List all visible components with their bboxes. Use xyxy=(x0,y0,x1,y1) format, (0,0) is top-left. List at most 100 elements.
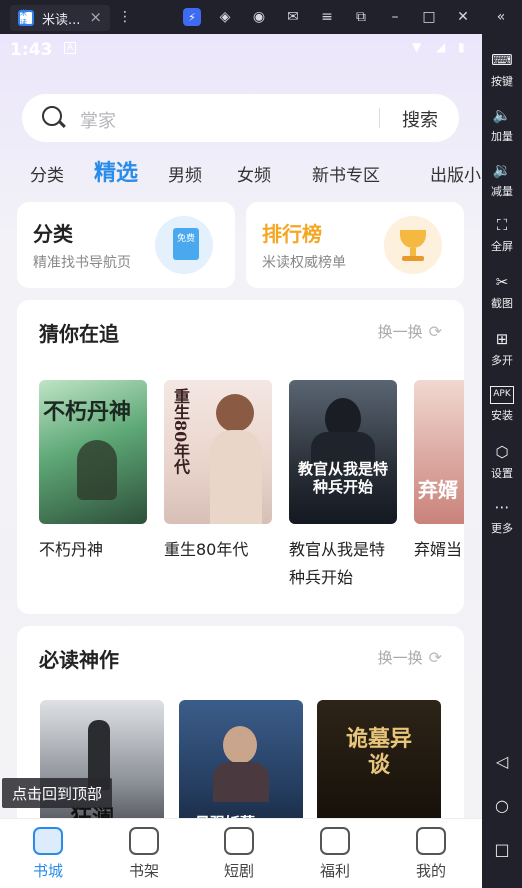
book-cover[interactable]: 教官从我是特种兵开始 xyxy=(289,380,397,524)
book-cover[interactable]: 弃婿 xyxy=(414,380,464,524)
phone-screen: 1:43 A ▼ ◢ ▮ 掌家 搜索 分类 精选 男频 女频 新书专区 出版小 … xyxy=(0,34,482,888)
book-cover[interactable]: 重生80年代 xyxy=(164,380,272,524)
close-window-icon[interactable]: ✕ xyxy=(454,8,472,26)
settings-icon: ⬡ xyxy=(495,443,509,461)
tab-featured[interactable]: 精选 xyxy=(94,155,138,187)
menu-icon[interactable]: ≡ xyxy=(318,8,336,26)
ranking-card-subtitle: 米读权威榜单 xyxy=(262,255,346,271)
account-icon[interactable]: ◉ xyxy=(250,8,268,26)
sidebar-item-more[interactable]: ⋯ 更多 xyxy=(482,497,522,536)
gift-icon xyxy=(320,827,350,855)
fullscreen-icon: ⛶ xyxy=(496,216,508,234)
nav-bookstore[interactable]: 书城 xyxy=(18,827,78,881)
sidebar-item-label: 加量 xyxy=(491,130,513,143)
emulator-sidebar: ⌨ 按键 🔈 加量 🔉 减量 ⛶ 全屏 ✂ 截图 ⊞ 多开 APK 安装 ⬡ 设置 ⋯ 更多 ◁ … xyxy=(482,34,522,888)
home-icon[interactable]: ○ xyxy=(482,796,522,815)
tab-category[interactable]: 分类 xyxy=(30,161,64,186)
search-bar[interactable]: 掌家 搜索 xyxy=(22,94,459,142)
cover-text: 教官从我是特种兵开始 xyxy=(297,460,388,496)
sidebar-item-label: 多开 xyxy=(491,354,513,367)
restore-icon[interactable]: ⧉ xyxy=(352,8,370,26)
book-title[interactable]: 不朽丹神 xyxy=(39,536,103,564)
nav-label: 书城 xyxy=(32,862,63,880)
tab-published[interactable]: 出版小 xyxy=(430,161,481,186)
notification-icon: A xyxy=(64,42,77,54)
search-button[interactable]: 搜索 xyxy=(402,106,438,132)
sidebar-item-multi[interactable]: ⊞ 多开 xyxy=(482,329,522,368)
nav-mine[interactable]: 我的 xyxy=(401,827,461,881)
sidebar-item-label: 更多 xyxy=(491,522,513,535)
sidebar-item-volume-up[interactable]: 🔈 加量 xyxy=(482,105,522,144)
more-icon: ⋯ xyxy=(494,498,510,516)
gamepad-icon[interactable]: ◈ xyxy=(216,8,234,26)
sidebar-item-volume-down[interactable]: 🔉 减量 xyxy=(482,160,522,199)
swap-label: 换一换 xyxy=(377,323,423,341)
collapse-sidebar-icon[interactable]: « xyxy=(492,8,510,26)
following-swap-button[interactable]: 换一换 ⟳ xyxy=(378,321,442,342)
book-title[interactable]: 教官从我是特 xyxy=(289,536,385,564)
bookshelf-icon xyxy=(129,827,159,855)
minimize-icon[interactable]: – xyxy=(386,8,404,26)
cover-text: 弃婿 xyxy=(418,478,458,502)
following-title: 猜你在追 xyxy=(39,322,119,346)
back-to-top-button[interactable]: 点击回到顶部 xyxy=(2,778,112,808)
must-read-swap-button[interactable]: 换一换 ⟳ xyxy=(378,647,442,668)
cover-text: 重生80年代 xyxy=(171,388,190,475)
status-time: 1:43 xyxy=(10,40,53,60)
nav-label: 福利 xyxy=(319,862,350,880)
apk-icon: APK xyxy=(490,386,514,404)
ranking-card[interactable]: 排行榜 米读权威榜单 xyxy=(246,202,464,288)
sidebar-item-label: 减量 xyxy=(491,185,513,198)
app-tab[interactable]: 米读 米读... × xyxy=(10,5,110,31)
book-title[interactable]: 重生80年代 xyxy=(164,536,248,564)
nav-label: 短剧 xyxy=(223,862,254,880)
sidebar-item-label: 全屏 xyxy=(491,240,513,253)
category-card[interactable]: 分类 精准找书导航页 免费 xyxy=(17,202,235,288)
sidebar-item-install[interactable]: APK 安装 xyxy=(482,386,522,423)
cover-text: 不朽丹神 xyxy=(43,399,132,425)
keyboard-icon: ⌨ xyxy=(491,51,513,69)
nav-label: 我的 xyxy=(415,862,446,880)
sidebar-item-label: 安装 xyxy=(491,409,513,422)
menu-dots-icon[interactable]: ⋮ xyxy=(116,8,134,26)
search-divider xyxy=(379,108,380,128)
tab-female[interactable]: 女频 xyxy=(237,161,271,186)
status-bar: 1:43 A ▼ ◢ ▮ xyxy=(0,34,482,66)
sidebar-item-label: 截图 xyxy=(491,297,513,310)
book-cover[interactable]: 不朽丹神 xyxy=(39,380,147,524)
sidebar-item-settings[interactable]: ⬡ 设置 xyxy=(482,442,522,481)
category-card-title: 分类 xyxy=(33,222,73,246)
recents-icon[interactable]: □ xyxy=(482,840,522,859)
sidebar-item-keys[interactable]: ⌨ 按键 xyxy=(482,50,522,89)
free-book-icon: 免费 xyxy=(155,216,213,274)
mail-icon[interactable]: ✉ xyxy=(284,8,302,26)
maximize-icon[interactable]: □ xyxy=(420,8,438,26)
book-title[interactable]: 弃婿当 xyxy=(414,536,464,564)
ranking-card-title: 排行榜 xyxy=(262,222,322,246)
boost-icon[interactable]: ⚡ xyxy=(183,8,201,26)
search-input[interactable]: 掌家 xyxy=(80,107,116,133)
emulator-window: 米读 米读... × ⋮ ⚡ ◈ ◉ ✉ ≡ ⧉ – □ ✕ « ⌨ 按键 🔈 加量… xyxy=(0,0,522,888)
category-card-subtitle: 精准找书导航页 xyxy=(33,255,131,271)
wifi-icon: ▼ xyxy=(412,40,422,54)
must-read-title: 必读神作 xyxy=(39,648,119,672)
nav-bookshelf[interactable]: 书架 xyxy=(114,827,174,881)
bottom-nav: 书城 书架 短剧 福利 我的 xyxy=(0,818,482,888)
nav-label: 书架 xyxy=(128,862,159,880)
volume-down-icon: 🔉 xyxy=(492,161,512,179)
trophy-icon xyxy=(384,216,442,274)
tab-male[interactable]: 男频 xyxy=(168,161,202,186)
search-icon xyxy=(42,106,62,126)
back-icon[interactable]: ◁ xyxy=(482,752,522,771)
nav-short-drama[interactable]: 短剧 xyxy=(209,827,269,881)
sidebar-item-label: 按键 xyxy=(491,75,513,88)
nav-welfare[interactable]: 福利 xyxy=(305,827,365,881)
close-tab-icon[interactable]: × xyxy=(89,8,102,26)
free-badge-text: 免费 xyxy=(176,234,195,244)
tv-icon xyxy=(224,827,254,855)
book-title-line2[interactable]: 种兵开始 xyxy=(289,564,353,592)
tab-new-books[interactable]: 新书专区 xyxy=(312,161,380,186)
sidebar-item-screenshot[interactable]: ✂ 截图 xyxy=(482,272,522,311)
sidebar-item-fullscreen[interactable]: ⛶ 全屏 xyxy=(482,215,522,254)
following-section: 猜你在追 换一换 ⟳ 不朽丹神 不朽丹神 重生80年代 重生80年代 教官从我是特… xyxy=(17,300,464,614)
